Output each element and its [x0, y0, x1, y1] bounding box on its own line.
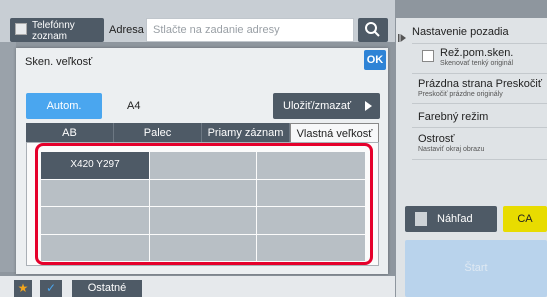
store-delete-button[interactable]: Uložiť/zmazať: [273, 93, 380, 119]
thin-paper-sub: Skenovať tenký originál: [440, 60, 514, 67]
address-book-icon: [15, 23, 27, 35]
blank-page-skip-item[interactable]: Prázdna strana Preskočiť Preskočiť prázd…: [412, 74, 547, 104]
collapse-arrow-icon[interactable]: [398, 34, 406, 42]
sharpness-item[interactable]: Ostrosť Nastaviť okraj obrazu: [412, 128, 547, 160]
tab-custom-size[interactable]: Vlastná veľkosť: [290, 123, 379, 143]
tab-direct-entry[interactable]: Priamy záznam: [202, 123, 290, 143]
tab-inch[interactable]: Palec: [114, 123, 202, 143]
arrow-right-icon: [365, 101, 372, 111]
address-label: Adresa: [109, 24, 144, 36]
color-mode-label: Farebný režim: [418, 111, 489, 123]
thin-paper-scan-item[interactable]: Rež.pom.sken. Skenovať tenký originál: [412, 44, 547, 74]
background-setting-item[interactable]: Nastavenie pozadia: [412, 20, 547, 44]
search-button[interactable]: [358, 18, 388, 42]
preview-button[interactable]: Náhľad: [405, 206, 497, 232]
left-strip: [0, 42, 16, 272]
address-input[interactable]: Stlačte na zadanie adresy: [146, 18, 354, 42]
color-mode-item[interactable]: Farebný režim: [412, 104, 547, 128]
sharpness-sub: Nastaviť okraj obrazu: [418, 146, 485, 153]
background-setting-label: Nastavenie pozadia: [412, 26, 509, 38]
start-label: Štart: [464, 262, 488, 274]
favorites-button[interactable]: ★: [14, 280, 32, 297]
store-delete-label: Uložiť/zmazať: [283, 100, 352, 112]
star-icon: ★: [17, 281, 29, 295]
address-book-label: Telefónny zoznam: [32, 20, 75, 42]
thin-paper-checkbox[interactable]: [422, 50, 434, 62]
start-button[interactable]: Štart: [405, 240, 547, 297]
preview-icon: [415, 212, 427, 226]
auto-button[interactable]: Autom.: [26, 93, 102, 119]
blank-page-skip-sub: Preskočiť prázdne originály: [418, 91, 503, 98]
thin-paper-label: Rež.pom.sken.: [440, 47, 514, 59]
search-icon: [365, 22, 380, 37]
address-book-button[interactable]: Telefónny zoznam: [10, 18, 104, 42]
highlight-frame: [35, 143, 373, 265]
tab-ab[interactable]: AB: [26, 123, 114, 143]
blank-page-skip-label: Prázdna strana Preskočiť: [418, 78, 542, 90]
auto-size-value: A4: [127, 100, 141, 112]
preview-label: Náhľad: [437, 213, 473, 225]
other-button[interactable]: Ostatné: [72, 280, 142, 297]
ca-button[interactable]: CA: [503, 206, 547, 232]
check-button[interactable]: ✓: [40, 280, 62, 297]
check-icon: ✓: [45, 281, 57, 295]
sharpness-label: Ostrosť: [418, 133, 455, 145]
ok-button[interactable]: OK: [364, 50, 386, 70]
dialog-title: Sken. veľkosť: [25, 56, 93, 68]
